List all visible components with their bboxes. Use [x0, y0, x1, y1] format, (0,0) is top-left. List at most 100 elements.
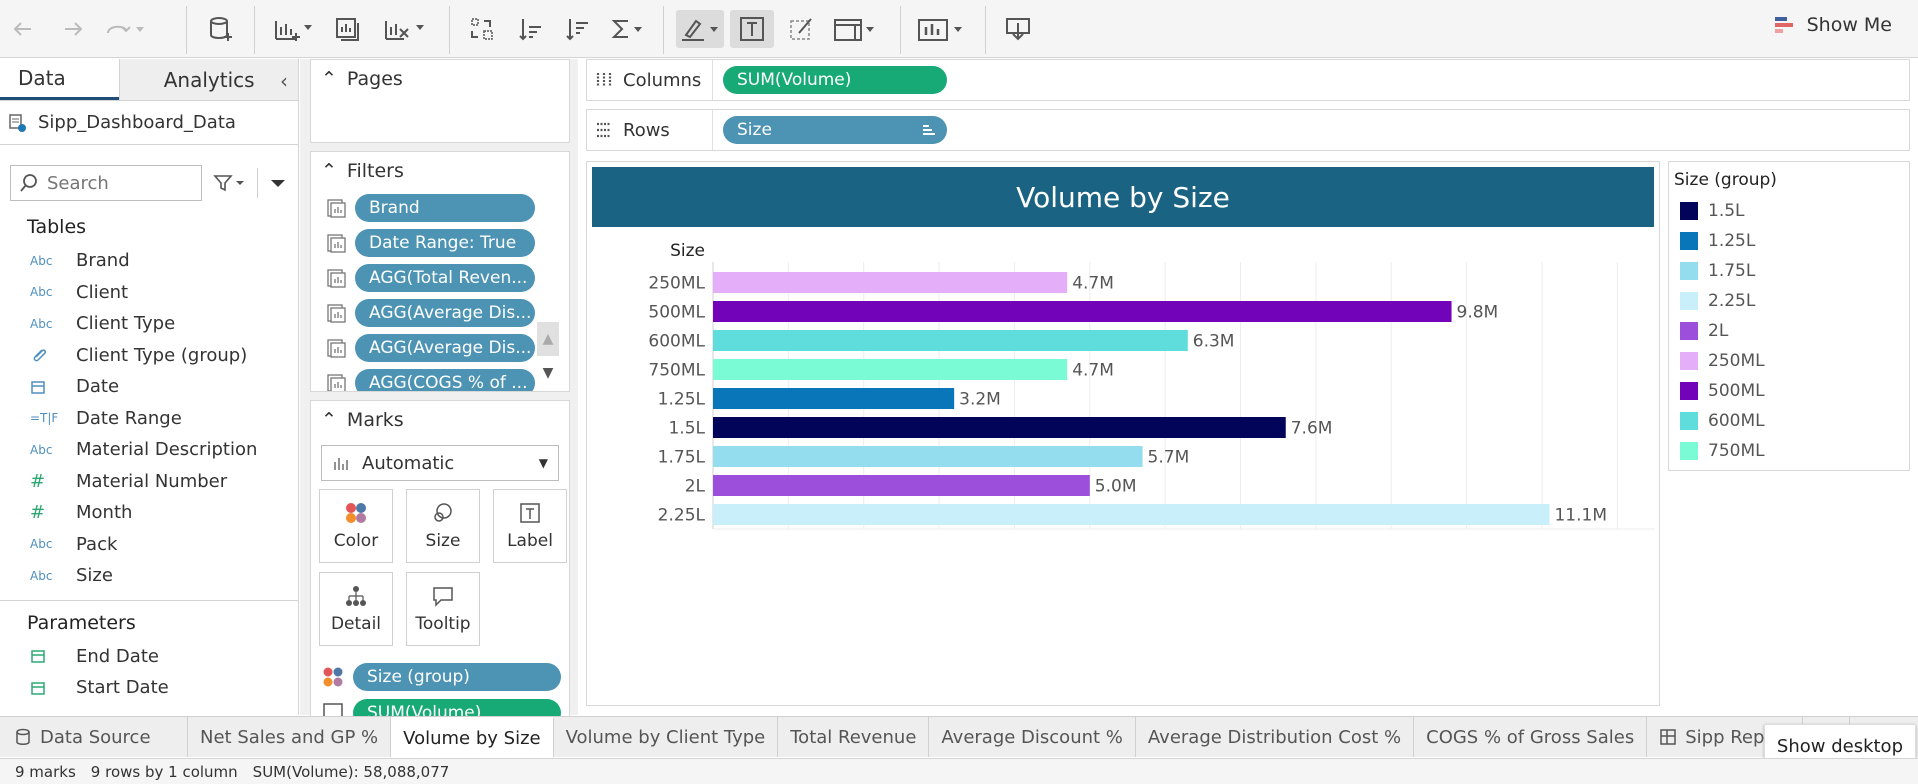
sheet-tab[interactable]: COGS % of Gross Sales: [1414, 717, 1648, 757]
filter-pill[interactable]: Date Range: True: [355, 228, 535, 257]
datasource-row[interactable]: Sipp_Dashboard_Data: [0, 101, 298, 145]
legend-swatch: [1680, 262, 1698, 280]
new-worksheet-icon[interactable]: [272, 10, 314, 48]
filter-item: Date Range: True: [311, 225, 569, 260]
redo-icon[interactable]: [58, 10, 88, 48]
legend-item[interactable]: 750ML: [1674, 436, 1904, 466]
tab-analytics[interactable]: Analytics: [119, 59, 298, 100]
swap-rows-columns-icon[interactable]: [467, 10, 497, 48]
bar[interactable]: [713, 504, 1550, 525]
tooltip-button[interactable]: Tooltip: [406, 572, 480, 646]
sheet-tab[interactable]: Average Discount %: [929, 717, 1136, 757]
field-item[interactable]: Abc Pack: [0, 529, 298, 561]
columns-pill[interactable]: SUM(Volume): [723, 66, 947, 94]
bar[interactable]: [713, 301, 1452, 322]
filter-pill[interactable]: AGG(COGS % of ...: [355, 368, 535, 391]
legend-item[interactable]: 1.25L: [1674, 226, 1904, 256]
totals-icon[interactable]: [608, 10, 644, 48]
legend-item[interactable]: 1.5L: [1674, 196, 1904, 226]
clear-sheet-icon[interactable]: [382, 10, 426, 48]
number-type-icon: #: [30, 502, 46, 524]
filter-item: AGG(COGS % of ...: [311, 365, 569, 391]
paperclip-icon: [30, 346, 76, 364]
data-source-tab[interactable]: Data Source: [0, 717, 188, 757]
format-workbook-icon[interactable]: [786, 10, 816, 48]
data-label: 9.8M: [1457, 303, 1499, 323]
filter-pill[interactable]: Brand: [355, 193, 535, 222]
chevron-up-icon[interactable]: ⌃: [321, 409, 337, 431]
sort-ascending-icon[interactable]: [516, 10, 546, 48]
filter-pill[interactable]: AGG(Total Reven...: [355, 263, 535, 292]
bar[interactable]: [713, 388, 955, 409]
legend-items: 1.5L 1.25L 1.75L 2.25L 2L 250ML 500ML 600ML 750M…: [1674, 196, 1904, 466]
field-item[interactable]: Client Type (group): [0, 340, 298, 372]
bar[interactable]: [713, 446, 1143, 467]
sort-descending-icon[interactable]: [563, 10, 593, 48]
field-item[interactable]: Abc Client Type: [0, 308, 298, 340]
duplicate-sheet-icon[interactable]: [332, 10, 362, 48]
legend-swatch: [1680, 232, 1698, 250]
size-group-pill[interactable]: Size (group): [353, 663, 561, 691]
bar[interactable]: [713, 272, 1068, 293]
show-me-button[interactable]: Show Me: [1773, 14, 1892, 36]
filter-pill[interactable]: AGG(Average Dis...: [355, 333, 535, 362]
sheet-tab[interactable]: Total Revenue: [778, 717, 930, 757]
legend-item[interactable]: 600ML: [1674, 406, 1904, 436]
rows-shelf-label: Rows: [587, 110, 713, 150]
undo-icon[interactable]: [8, 10, 38, 48]
filter-fields-icon[interactable]: [212, 171, 247, 195]
pane-menu-icon[interactable]: [268, 173, 288, 193]
mark-type-select[interactable]: Automatic ▼: [321, 445, 559, 481]
sheet-tab[interactable]: Volume by Client Type: [554, 717, 779, 757]
label-button[interactable]: Label: [493, 489, 567, 563]
field-item[interactable]: # Material Number: [0, 466, 298, 498]
bar[interactable]: [713, 475, 1090, 496]
color-button[interactable]: Color: [319, 489, 393, 563]
collapse-pane-icon[interactable]: ‹: [280, 69, 288, 93]
legend-item[interactable]: 250ML: [1674, 346, 1904, 376]
legend-item[interactable]: 2.25L: [1674, 286, 1904, 316]
field-item[interactable]: # Month: [0, 497, 298, 529]
field-item[interactable]: Abc Size: [0, 560, 298, 592]
replay-icon[interactable]: [104, 10, 144, 48]
share-icon[interactable]: [1002, 10, 1034, 48]
new-datasource-icon[interactable]: [205, 10, 237, 48]
sheet-tab[interactable]: Average Distribution Cost %: [1136, 717, 1415, 757]
rows-pill[interactable]: Size: [723, 116, 947, 144]
parameter-item[interactable]: Start Date: [0, 672, 298, 704]
field-label: Date: [76, 376, 120, 398]
color-legend: Size (group) 1.5L 1.25L 1.75L 2.25L 2L 250ML 5…: [1668, 161, 1910, 471]
field-item[interactable]: =T|F Date Range: [0, 403, 298, 435]
legend-label: 1.5L: [1708, 201, 1745, 221]
parameter-item[interactable]: End Date: [0, 641, 298, 673]
fit-view-icon[interactable]: [832, 10, 878, 48]
rows-icon: [597, 122, 611, 138]
sheet-tab[interactable]: Net Sales and GP %: [188, 717, 392, 757]
chevron-up-icon[interactable]: ⌃: [321, 160, 337, 182]
presentation-mode-icon[interactable]: [916, 10, 966, 48]
chevron-down-icon: ▼: [538, 456, 548, 470]
field-item[interactable]: Abc Client: [0, 277, 298, 309]
size-button[interactable]: Size: [406, 489, 480, 563]
search-input[interactable]: [47, 172, 187, 194]
bar[interactable]: [713, 359, 1068, 380]
bar[interactable]: [713, 417, 1286, 438]
legend-item[interactable]: 2L: [1674, 316, 1904, 346]
legend-item[interactable]: 500ML: [1674, 376, 1904, 406]
sheet-tab[interactable]: Volume by Size: [391, 717, 554, 757]
highlight-icon[interactable]: [676, 10, 724, 48]
detail-button[interactable]: Detail: [319, 572, 393, 646]
field-item[interactable]: Date: [0, 371, 298, 403]
filters-scrollbar[interactable]: ▲ ▼: [537, 322, 559, 391]
field-item[interactable]: Abc Material Description: [0, 434, 298, 466]
show-labels-icon[interactable]: [730, 10, 774, 48]
field-item[interactable]: Abc Brand: [0, 245, 298, 277]
filter-pill[interactable]: AGG(Average Dis...: [355, 298, 535, 327]
parameters-heading: Parameters: [27, 611, 136, 634]
bar[interactable]: [713, 330, 1188, 351]
fields-list: Abc Brand Abc Client Abc Client Type Client Ty…: [0, 245, 298, 592]
chevron-up-icon[interactable]: ⌃: [321, 68, 337, 90]
category-label: 2.25L: [658, 506, 706, 526]
legend-item[interactable]: 1.75L: [1674, 256, 1904, 286]
tab-data[interactable]: Data: [0, 59, 120, 100]
